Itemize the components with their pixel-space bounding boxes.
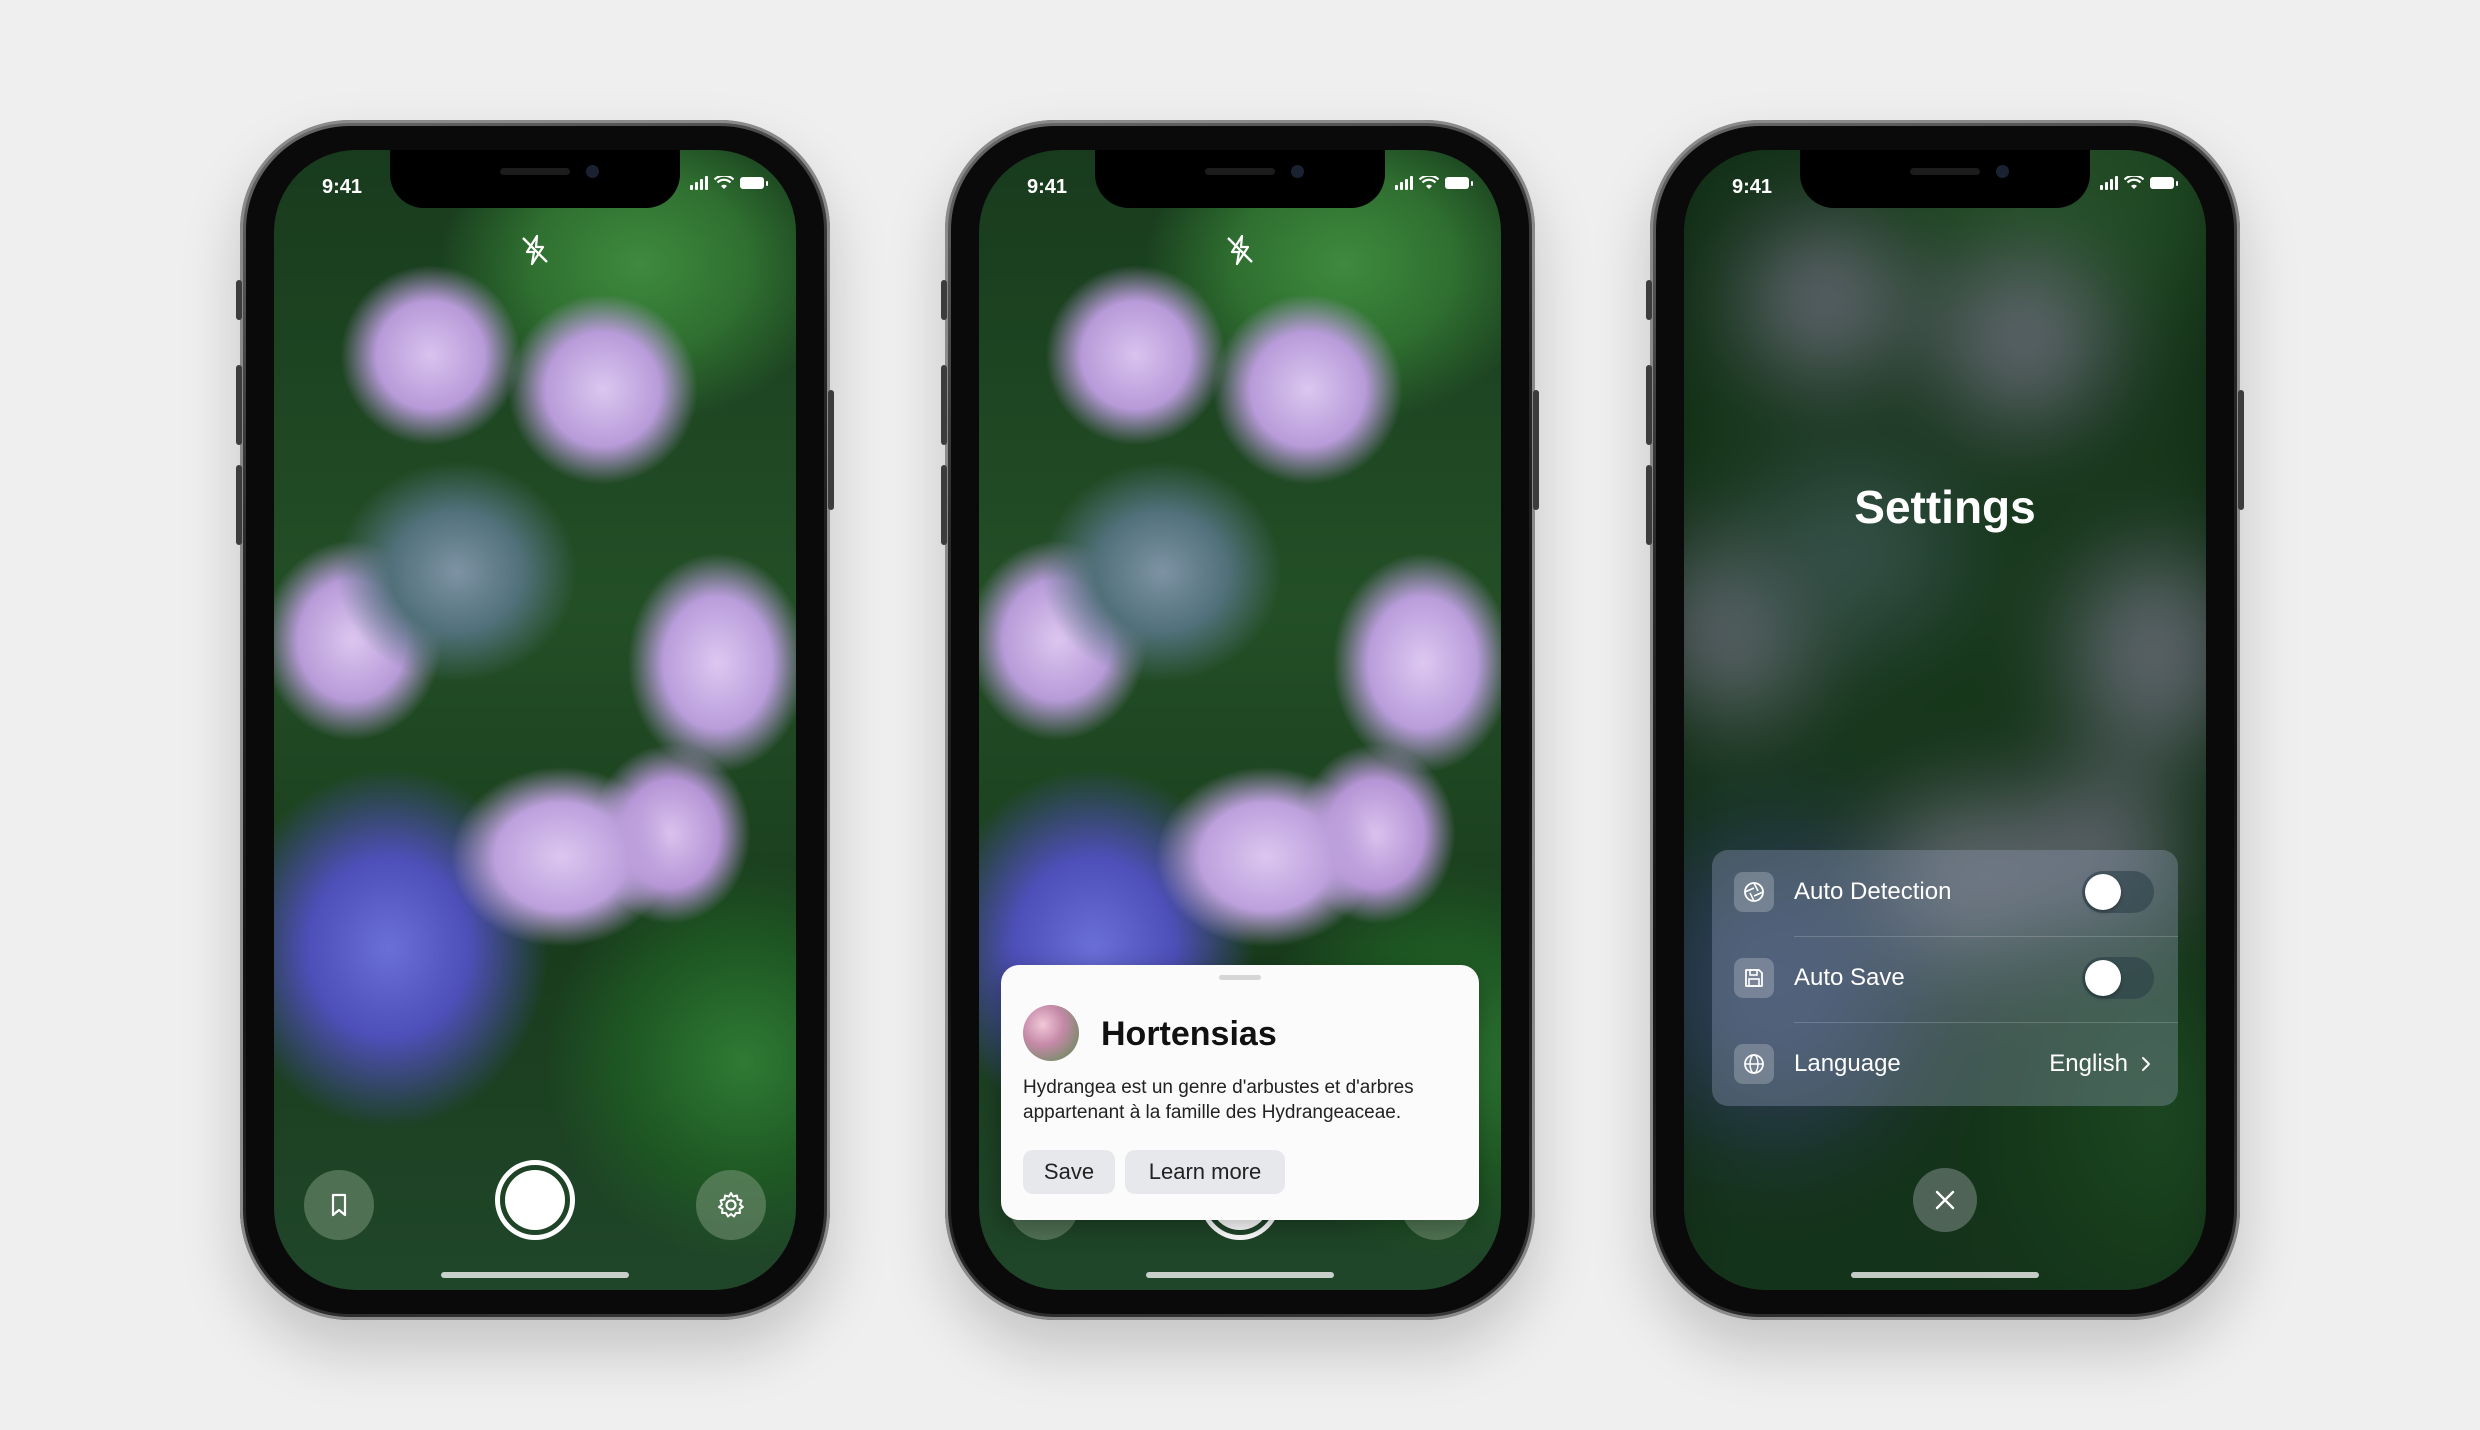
settings-list: Auto Detection Auto Save Language Englis… xyxy=(1712,850,2178,1106)
volume-down-button xyxy=(1646,465,1652,545)
system-icons xyxy=(1395,176,1473,190)
plant-description: Hydrangea est un genre d'arbustes et d'a… xyxy=(1023,1077,1414,1123)
phone-camera: 9:41 xyxy=(236,120,834,1320)
learn-more-button[interactable]: Learn more xyxy=(1125,1150,1285,1194)
power-button xyxy=(1533,390,1539,510)
settings-row-language[interactable]: Language English xyxy=(1712,1022,2178,1106)
chevron-right-icon xyxy=(2142,1057,2150,1071)
system-icons xyxy=(690,176,768,190)
settings-title: Settings xyxy=(1854,481,2036,533)
screen: 9:41 Hortensias Hydrangea est un genre d… xyxy=(979,150,1501,1290)
auto-detection-toggle[interactable] xyxy=(2082,871,2154,913)
silent-switch xyxy=(1646,280,1652,320)
wifi-icon xyxy=(714,176,734,189)
battery-icon xyxy=(2150,177,2178,189)
battery-icon xyxy=(740,177,768,189)
settings-row-auto-save[interactable]: Auto Save xyxy=(1712,936,2178,1020)
settings-row-auto-detection[interactable]: Auto Detection xyxy=(1712,850,2178,934)
shutter-button[interactable] xyxy=(495,1160,575,1240)
system-icons xyxy=(2100,176,2178,190)
camera-controls xyxy=(274,1160,796,1250)
status-bar: 9:41 xyxy=(1684,150,2206,208)
status-bar: 9:41 xyxy=(274,150,796,208)
close-icon xyxy=(1935,1190,1955,1210)
background-dim xyxy=(1684,150,2206,1290)
flash-off-icon[interactable] xyxy=(513,228,557,272)
settings-button[interactable] xyxy=(696,1170,766,1240)
phone-result: 9:41 Hortensias Hydrangea est un genre d… xyxy=(941,120,1539,1320)
globe-icon xyxy=(1734,1044,1774,1084)
bookmark-icon xyxy=(331,1193,347,1217)
volume-down-button xyxy=(236,465,242,545)
row-divider xyxy=(1794,936,2178,937)
floppy-disk-icon xyxy=(1734,958,1774,998)
home-indicator[interactable] xyxy=(441,1272,629,1278)
screen: 9:41 Settings Auto Detection Auto Save L… xyxy=(1684,150,2206,1290)
battery-icon xyxy=(1445,177,1473,189)
flash-off-icon[interactable] xyxy=(1218,228,1262,272)
settings-row-label: Language xyxy=(1794,1050,1901,1077)
screen: 9:41 xyxy=(274,150,796,1290)
wifi-icon xyxy=(1419,176,1439,189)
silent-switch xyxy=(941,280,947,320)
volume-down-button xyxy=(941,465,947,545)
status-time: 9:41 xyxy=(1027,176,1068,198)
status-bar: 9:41 xyxy=(979,150,1501,208)
power-button xyxy=(828,390,834,510)
volume-up-button xyxy=(236,365,242,445)
home-indicator[interactable] xyxy=(1146,1272,1334,1278)
plant-thumbnail xyxy=(1023,1005,1079,1061)
plant-name: Hortensias xyxy=(1101,1015,1277,1053)
bookmark-button[interactable] xyxy=(304,1170,374,1240)
volume-up-button xyxy=(941,365,947,445)
phone-settings: 9:41 Settings Auto Detection Auto Save L… xyxy=(1646,120,2244,1320)
gear-icon xyxy=(718,1192,744,1218)
silent-switch xyxy=(236,280,242,320)
home-indicator[interactable] xyxy=(1851,1272,2039,1278)
power-button xyxy=(2238,390,2244,510)
aperture-icon xyxy=(1734,872,1774,912)
save-button[interactable]: Save xyxy=(1023,1150,1115,1194)
camera-viewfinder xyxy=(274,150,796,1290)
plant-result-card[interactable]: Hortensias Hydrangea est un genre d'arbu… xyxy=(1001,965,1479,1220)
language-value: English xyxy=(2049,1050,2128,1077)
signal-icon xyxy=(690,176,708,190)
volume-up-button xyxy=(1646,365,1652,445)
wifi-icon xyxy=(2124,176,2144,189)
signal-icon xyxy=(1395,176,1413,190)
signal-icon xyxy=(2100,176,2118,190)
status-time: 9:41 xyxy=(1732,176,1773,198)
row-divider xyxy=(1794,1022,2178,1023)
status-time: 9:41 xyxy=(322,176,363,198)
auto-save-toggle[interactable] xyxy=(2082,957,2154,999)
card-grabber[interactable] xyxy=(1219,975,1261,980)
settings-row-label: Auto Detection xyxy=(1794,878,1952,905)
settings-row-label: Auto Save xyxy=(1794,964,1905,991)
close-button[interactable] xyxy=(1913,1168,1977,1232)
